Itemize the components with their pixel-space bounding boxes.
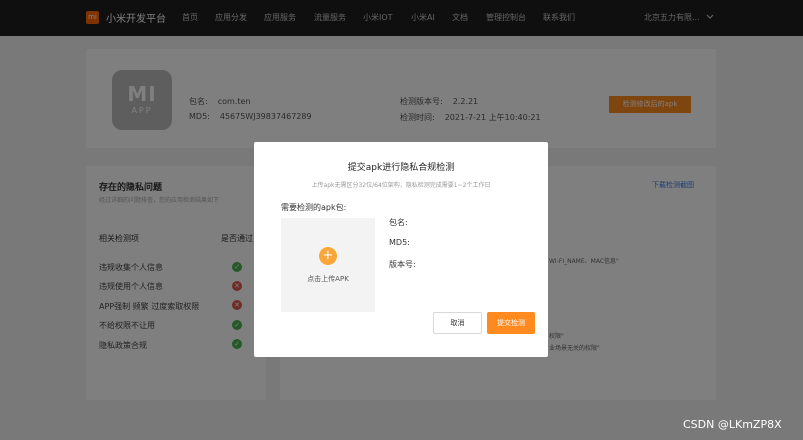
- submit-check-button[interactable]: 提交检测: [487, 312, 535, 334]
- csdn-watermark: CSDN @LKmZP8X: [683, 418, 782, 431]
- upload-apk-dropzone[interactable]: [281, 218, 375, 312]
- upload-apk-text[interactable]: 点击上传APK: [281, 274, 375, 284]
- dialog-title: 提交apk进行隐私合规检测: [347, 163, 455, 173]
- plus-icon[interactable]: +: [319, 247, 337, 265]
- field-version-label: 版本号:: [389, 260, 416, 269]
- cancel-button[interactable]: 取消: [433, 312, 482, 334]
- upload-label: 需要检测的apk包:: [281, 203, 347, 212]
- dialog-subtitle: 上传apk无需区分32位/64位架构，隐私检测完成需要1~2个工作日: [311, 182, 491, 189]
- field-package-label: 包名:: [389, 218, 408, 227]
- field-md5-label: MD5:: [389, 238, 410, 247]
